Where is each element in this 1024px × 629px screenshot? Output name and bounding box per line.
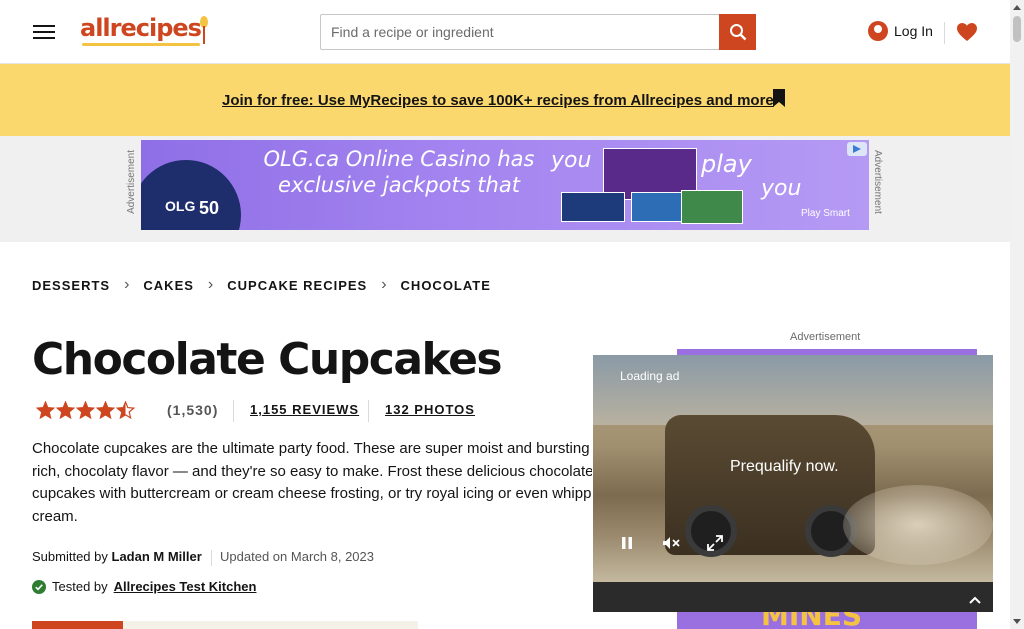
muted-icon — [663, 537, 680, 549]
site-header: allrecipes Log In — [0, 0, 1010, 64]
ad-headline: OLG.ca Online Casino has exclusive jackp… — [263, 147, 535, 197]
byline: Submitted by Ladan M Miller Updated on M… — [32, 549, 374, 566]
ad-game-tile — [561, 192, 625, 222]
scroll-down-button[interactable] — [1010, 615, 1024, 629]
page-title: Chocolate Cupcakes — [32, 334, 503, 385]
ad-circle-graphic — [141, 160, 241, 230]
video-caption: Prequalify now. — [730, 458, 839, 475]
pause-button[interactable] — [606, 527, 648, 559]
menu-icon-bar — [33, 37, 55, 39]
ad-brand-olg: OLG — [165, 198, 196, 214]
heart-icon[interactable] — [955, 20, 979, 44]
breadcrumb-desserts[interactable]: DESSERTS — [32, 278, 110, 293]
promo-link[interactable]: Join for free: Use MyRecipes to save 100… — [222, 92, 774, 109]
ad-caption: Advertisement — [790, 331, 861, 343]
recipe-description: Chocolate cupcakes are the ultimate part… — [32, 438, 592, 528]
reviews-link[interactable]: 1,155 REVIEWS — [250, 402, 359, 417]
chevron-right-icon: › — [124, 276, 130, 293]
description-line: cream. — [32, 507, 78, 525]
ad-banner[interactable]: OLG 50 OLG.ca Online Casino has exclusiv… — [141, 140, 869, 230]
breadcrumb-cakes[interactable]: CAKES — [143, 278, 194, 293]
test-kitchen-link[interactable]: Allrecipes Test Kitchen — [114, 579, 257, 594]
logo-underline — [82, 43, 200, 46]
meta-divider — [233, 400, 234, 422]
tested-by-label: Tested by — [52, 579, 108, 594]
video-control-bar — [593, 582, 993, 612]
chevron-up-icon — [969, 596, 981, 604]
search-button[interactable] — [719, 14, 756, 50]
menu-icon-bar — [33, 31, 55, 33]
rating-count: (1,530) — [167, 402, 219, 418]
photos-link[interactable]: 132 PHOTOS — [385, 402, 475, 417]
updated-date: Updated on March 8, 2023 — [220, 549, 374, 564]
video-loading-text: Loading ad — [620, 369, 680, 383]
breadcrumb: DESSERTS › CAKES › CUPCAKE RECIPES › CHO… — [32, 276, 491, 294]
chevron-right-icon: › — [381, 276, 387, 293]
adchoices-icon[interactable] — [847, 142, 867, 156]
ad-play-smart: Play Smart — [801, 208, 850, 219]
scroll-up-button[interactable] — [1010, 0, 1024, 14]
description-line: cupcakes with buttercream or cream chees… — [32, 485, 592, 502]
promo-banner: Join for free: Use MyRecipes to save 100… — [0, 64, 1010, 136]
star-icon[interactable] — [36, 401, 55, 419]
user-icon — [868, 21, 888, 41]
description-line: rich, chocolaty flavor — and they're so … — [32, 462, 592, 480]
login-label: Log In — [894, 23, 933, 39]
page: allrecipes Log In Join for free: Use MyR… — [0, 0, 1024, 629]
ad-word-you-1: you — [551, 148, 592, 173]
fullscreen-button[interactable] — [694, 527, 736, 559]
site-logo[interactable]: allrecipes — [80, 14, 202, 42]
arrow-up-icon — [1013, 5, 1021, 10]
ad-label-right: Advertisement — [872, 150, 883, 214]
star-icon[interactable] — [116, 401, 135, 419]
pause-icon — [622, 537, 632, 549]
video-close-button[interactable] — [963, 590, 987, 610]
menu-button[interactable] — [33, 21, 55, 41]
bookmark-icon[interactable] — [771, 88, 787, 108]
ad-label-left: Advertisement — [126, 150, 137, 214]
header-divider — [944, 22, 945, 44]
submitted-by-label: Submitted by — [32, 549, 108, 564]
menu-icon-bar — [33, 25, 55, 27]
star-icon[interactable] — [56, 401, 75, 419]
byline-divider — [211, 549, 213, 566]
scrollbar[interactable] — [1010, 0, 1024, 629]
video-dust — [843, 485, 993, 565]
breadcrumb-cupcake-recipes[interactable]: CUPCAKE RECIPES — [227, 278, 367, 293]
ad-game-tile — [681, 190, 743, 224]
spoon-icon — [200, 16, 208, 44]
ad-word-play: play — [701, 150, 752, 178]
star-icon[interactable] — [96, 401, 115, 419]
search-icon — [729, 24, 746, 41]
save-button[interactable] — [32, 621, 123, 629]
save-bar — [32, 621, 418, 629]
rating-stars[interactable] — [36, 401, 135, 419]
arrow-down-icon — [1013, 619, 1021, 624]
verified-icon — [32, 579, 46, 594]
author-link[interactable]: Ladan M Miller — [112, 549, 202, 564]
login-button[interactable]: Log In — [868, 21, 933, 41]
ad-brand-50: 50 — [199, 198, 220, 218]
ad-word-you-2: you — [761, 176, 802, 201]
star-icon[interactable] — [76, 401, 95, 419]
expand-icon — [707, 535, 723, 551]
mute-button[interactable] — [650, 527, 692, 559]
tested-by: Tested by Allrecipes Test Kitchen — [32, 579, 256, 594]
breadcrumb-chocolate[interactable]: CHOCOLATE — [401, 278, 491, 293]
scroll-thumb[interactable] — [1013, 16, 1021, 42]
description-line: Chocolate cupcakes are the ultimate part… — [32, 440, 592, 457]
search-input[interactable] — [320, 14, 720, 50]
chevron-right-icon: › — [207, 276, 214, 293]
meta-divider — [368, 400, 369, 422]
